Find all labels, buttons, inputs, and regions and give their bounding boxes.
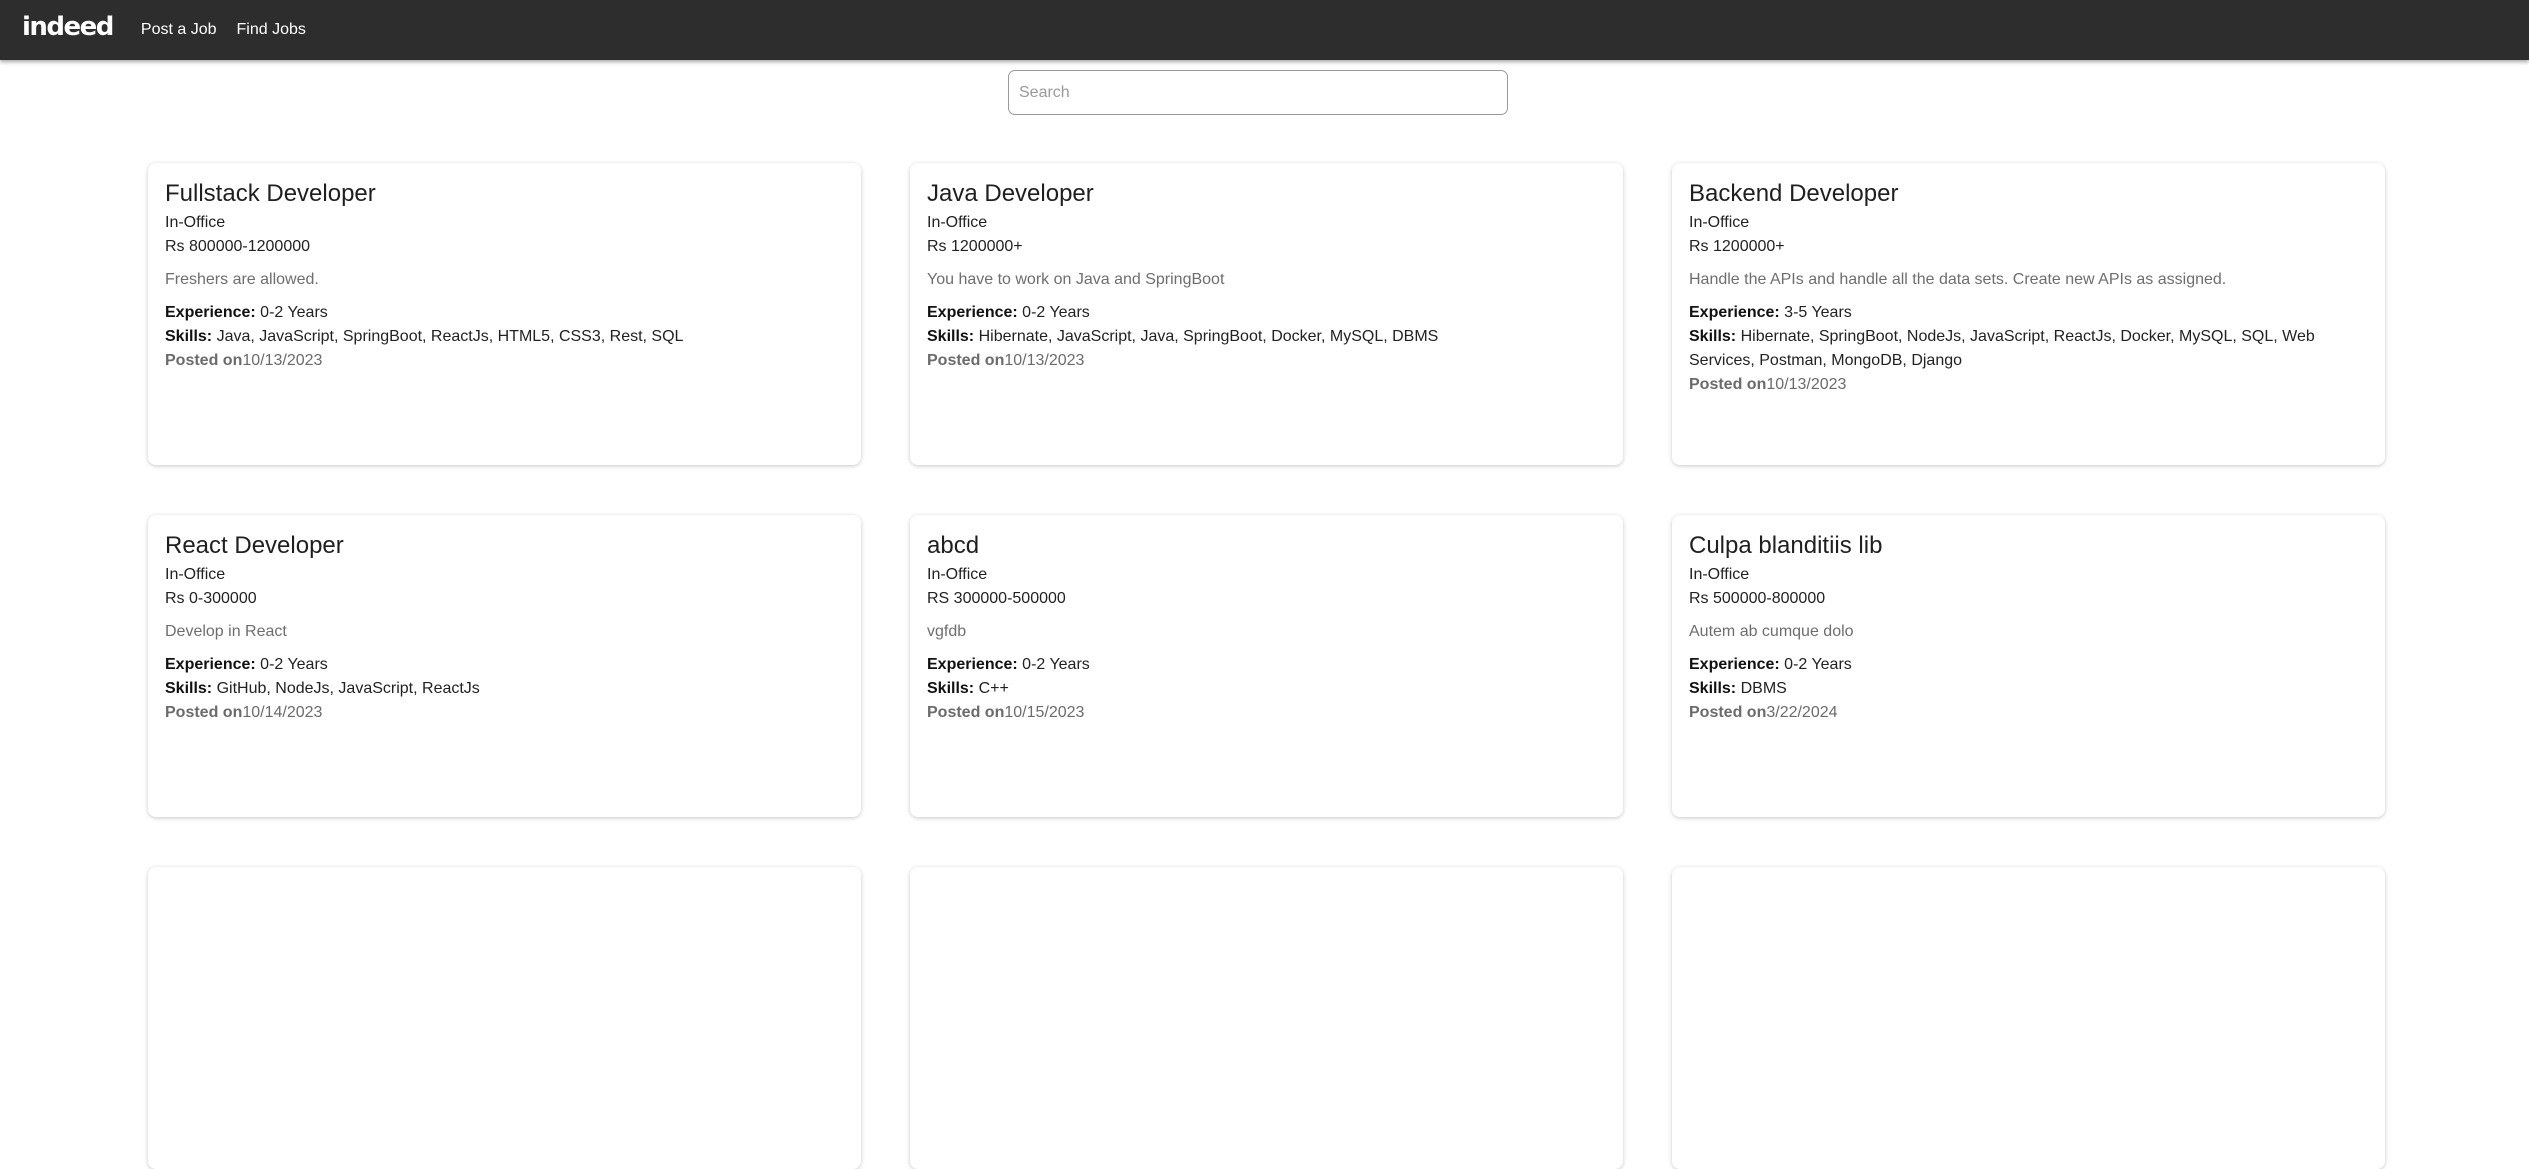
nav-link-find-jobs[interactable]: Find Jobs xyxy=(237,21,306,39)
job-mode: In-Office xyxy=(165,566,226,583)
skills-label: Skills: xyxy=(927,680,975,697)
job-experience: Experience: 0-2 Years xyxy=(927,653,1606,677)
job-skills: Skills: Hibernate, SpringBoot, NodeJs, J… xyxy=(1689,325,2368,373)
job-card[interactable]: React Developer In-Office Rs 0-300000 De… xyxy=(148,515,861,817)
job-card[interactable]: abcd In-Office RS 300000-500000 vgfdb Ex… xyxy=(910,515,1623,817)
experience-label: Experience: xyxy=(165,304,256,321)
job-experience: Experience: 0-2 Years xyxy=(927,301,1606,325)
job-card[interactable]: Backend Developer In-Office Rs 1200000+ … xyxy=(1672,163,2385,465)
posted-label: Posted on xyxy=(165,352,243,369)
indeed-logo[interactable]: indeed xyxy=(22,12,114,42)
experience-value: 3-5 Years xyxy=(1784,304,1852,321)
posted-date: 10/15/2023 xyxy=(1004,704,1085,721)
job-experience: Experience: 3-5 Years xyxy=(1689,301,2368,325)
job-description: vgfdb xyxy=(927,623,967,640)
job-salary: Rs 0-300000 xyxy=(165,590,257,607)
job-experience: Experience: 0-2 Years xyxy=(1689,653,2368,677)
posted-date: 10/13/2023 xyxy=(1004,352,1085,369)
skills-value: C++ xyxy=(978,680,1009,697)
skills-label: Skills: xyxy=(165,680,213,697)
skills-label: Skills: xyxy=(927,328,975,345)
job-description: You have to work on Java and SpringBoot xyxy=(927,271,1225,288)
search-input[interactable] xyxy=(1008,70,1508,115)
job-description: Freshers are allowed. xyxy=(165,271,319,288)
top-navbar: indeed Post a Job Find Jobs xyxy=(0,0,2529,60)
job-experience: Experience: 0-2 Years xyxy=(165,653,844,677)
job-salary: Rs 1200000+ xyxy=(1689,238,1785,255)
job-mode: In-Office xyxy=(927,566,988,583)
experience-label: Experience: xyxy=(927,656,1018,673)
skills-value: Hibernate, JavaScript, Java, SpringBoot,… xyxy=(978,328,1439,345)
job-card-partial[interactable] xyxy=(1672,867,2385,1169)
posted-label: Posted on xyxy=(1689,704,1767,721)
job-description: Develop in React xyxy=(165,623,287,640)
posted-date: 10/13/2023 xyxy=(1766,376,1847,393)
job-skills: Skills: C++ xyxy=(927,677,1606,701)
job-description: Autem ab cumque dolo xyxy=(1689,623,1854,640)
job-card-grid: Fullstack Developer In-Office Rs 800000-… xyxy=(148,163,2388,1169)
job-skills: Skills: DBMS xyxy=(1689,677,2368,701)
skills-value: GitHub, NodeJs, JavaScript, ReactJs xyxy=(216,680,480,697)
experience-label: Experience: xyxy=(927,304,1018,321)
job-description: Handle the APIs and handle all the data … xyxy=(1689,271,2227,288)
job-mode: In-Office xyxy=(1689,214,1750,231)
experience-label: Experience: xyxy=(1689,304,1780,321)
job-posted: Posted on10/13/2023 xyxy=(927,349,1606,373)
skills-label: Skills: xyxy=(165,328,213,345)
job-card-partial[interactable] xyxy=(148,867,861,1169)
job-card[interactable]: Java Developer In-Office Rs 1200000+ You… xyxy=(910,163,1623,465)
job-posted: Posted on10/15/2023 xyxy=(927,701,1606,725)
skills-label: Skills: xyxy=(1689,680,1737,697)
posted-date: 10/13/2023 xyxy=(242,352,323,369)
job-title: Fullstack Developer xyxy=(165,180,376,207)
job-skills: Skills: Hibernate, JavaScript, Java, Spr… xyxy=(927,325,1606,349)
job-salary: Rs 500000-800000 xyxy=(1689,590,1826,607)
job-salary: Rs 1200000+ xyxy=(927,238,1023,255)
job-title: React Developer xyxy=(165,532,344,559)
posted-label: Posted on xyxy=(927,352,1005,369)
experience-value: 0-2 Years xyxy=(1784,656,1852,673)
job-card-partial[interactable] xyxy=(910,867,1623,1169)
experience-value: 0-2 Years xyxy=(1022,656,1090,673)
job-salary: RS 300000-500000 xyxy=(927,590,1066,607)
job-mode: In-Office xyxy=(927,214,988,231)
job-title: Culpa blanditiis lib xyxy=(1689,532,1883,559)
experience-value: 0-2 Years xyxy=(260,304,328,321)
job-card[interactable]: Fullstack Developer In-Office Rs 800000-… xyxy=(148,163,861,465)
job-mode: In-Office xyxy=(1689,566,1750,583)
experience-label: Experience: xyxy=(1689,656,1780,673)
search-bar xyxy=(1008,70,1508,115)
job-skills: Skills: GitHub, NodeJs, JavaScript, Reac… xyxy=(165,677,844,701)
job-salary: Rs 800000-1200000 xyxy=(165,238,311,255)
job-mode: In-Office xyxy=(165,214,226,231)
job-title: abcd xyxy=(927,532,980,559)
nav-link-post-a-job[interactable]: Post a Job xyxy=(141,21,217,39)
job-posted: Posted on10/13/2023 xyxy=(1689,373,2368,397)
posted-label: Posted on xyxy=(165,704,243,721)
posted-date: 3/22/2024 xyxy=(1766,704,1838,721)
job-skills: Skills: Java, JavaScript, SpringBoot, Re… xyxy=(165,325,844,349)
job-title: Java Developer xyxy=(927,180,1094,207)
skills-value: Hibernate, SpringBoot, NodeJs, JavaScrip… xyxy=(1689,328,2315,369)
posted-label: Posted on xyxy=(927,704,1005,721)
job-posted: Posted on10/14/2023 xyxy=(165,701,844,725)
job-card[interactable]: Culpa blanditiis lib In-Office Rs 500000… xyxy=(1672,515,2385,817)
experience-value: 0-2 Years xyxy=(1022,304,1090,321)
posted-date: 10/14/2023 xyxy=(242,704,323,721)
job-posted: Posted on3/22/2024 xyxy=(1689,701,2368,725)
experience-value: 0-2 Years xyxy=(260,656,328,673)
skills-value: Java, JavaScript, SpringBoot, ReactJs, H… xyxy=(216,328,684,345)
posted-label: Posted on xyxy=(1689,376,1767,393)
job-title: Backend Developer xyxy=(1689,180,1899,207)
job-experience: Experience: 0-2 Years xyxy=(165,301,844,325)
job-posted: Posted on10/13/2023 xyxy=(165,349,844,373)
skills-value: DBMS xyxy=(1740,680,1787,697)
skills-label: Skills: xyxy=(1689,328,1737,345)
experience-label: Experience: xyxy=(165,656,256,673)
